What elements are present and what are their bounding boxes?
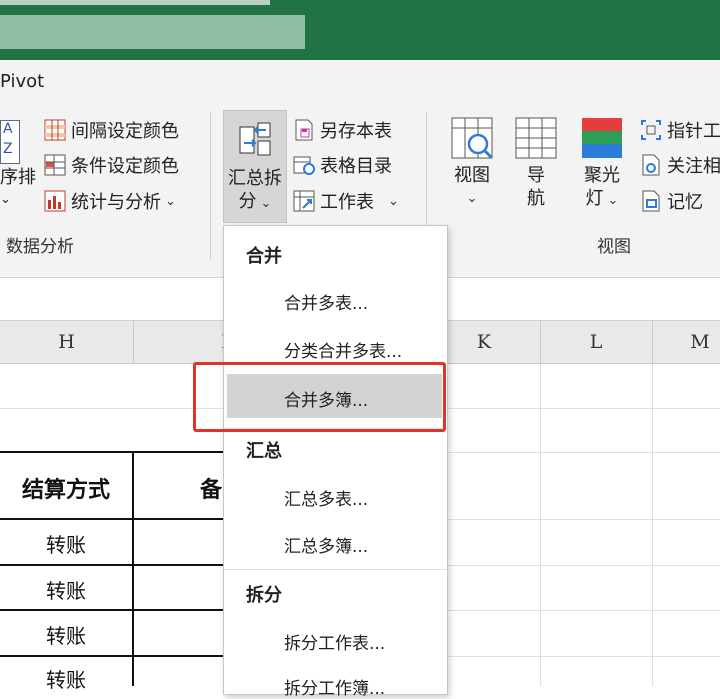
title-strip [0, 0, 270, 5]
title-bar [0, 0, 720, 60]
menu-section-split: 拆分 [246, 585, 282, 606]
merge-summary-split-button[interactable]: 汇总拆 分 ⌄ [223, 110, 287, 223]
view-icon [450, 116, 494, 160]
table-cell[interactable]: 转账 [0, 620, 132, 649]
navigation-button[interactable]: 导 航 [513, 116, 559, 216]
memory-button[interactable]: 记忆 [640, 188, 703, 214]
chevron-down-icon: ⌄ [165, 193, 176, 209]
group-label-view: 视图 [597, 237, 631, 257]
sort-button[interactable]: A Z [0, 120, 20, 164]
memory-icon [640, 190, 662, 212]
header-remarks[interactable]: 备 [196, 472, 226, 504]
directory-icon [293, 154, 315, 176]
column-header-h[interactable]: H [0, 321, 133, 364]
spotlight-button[interactable]: 聚光 灯 ⌄ [577, 116, 627, 216]
menu-section-merge: 合并 [246, 246, 282, 267]
menu-divider [224, 569, 447, 570]
col-gridline [540, 364, 541, 686]
tab-pivot[interactable]: Pivot [0, 71, 44, 92]
highlight-annotation-box [193, 362, 446, 432]
worksheet-icon [293, 190, 315, 212]
worksheet-button[interactable]: 工作表 ⌄ [293, 188, 399, 214]
interval-color-button[interactable]: 间隔设定颜色 [44, 117, 179, 143]
pointer-tool-button[interactable]: 指针工 [640, 117, 720, 143]
col-gridline [652, 364, 653, 686]
save-sheet-button[interactable]: 另存本表 [293, 117, 392, 143]
merge-summary-split-menu: 合并 合并多表... 分类合并多表... 合并多簿... 汇总 汇总多表... … [223, 225, 448, 699]
column-divider [652, 321, 653, 364]
pointer-icon [640, 119, 662, 141]
table-border [0, 564, 228, 566]
table-cell[interactable]: 转账 [0, 529, 132, 558]
group-separator [210, 112, 211, 260]
menu-item-summary-workbooks[interactable]: 汇总多簿... [284, 532, 368, 557]
focus-related-button[interactable]: 关注相 [640, 152, 720, 178]
table-border [0, 609, 228, 611]
focus-icon [640, 154, 662, 176]
table-border [0, 451, 228, 453]
chevron-down-icon: ⌄ [388, 193, 399, 209]
menu-item-merge-sheets[interactable]: 合并多表... [284, 289, 368, 314]
table-cell[interactable]: 转账 [0, 664, 132, 693]
table-border [132, 451, 134, 686]
condition-color-button[interactable]: 条件设定颜色 [44, 152, 179, 178]
group-label-data-analysis: 数据分析 [6, 237, 74, 257]
search-box[interactable] [0, 15, 305, 49]
navigation-icon [514, 116, 558, 160]
column-header-m[interactable]: M [680, 321, 720, 364]
stats-analysis-button[interactable]: 统计与分析 ⌄ [44, 188, 176, 214]
menu-item-split-workbook[interactable]: 拆分工作簿... [284, 674, 385, 699]
table-color-icon [44, 119, 66, 141]
table-directory-button[interactable]: 表格目录 [293, 152, 392, 178]
header-settlement-method[interactable]: 结算方式 [0, 472, 132, 504]
table-border [0, 655, 228, 657]
column-divider [133, 321, 134, 364]
column-header-l[interactable]: L [540, 321, 652, 364]
chevron-down-icon: ⌄ [607, 193, 619, 208]
menu-item-split-worksheet[interactable]: 拆分工作表... [284, 629, 385, 654]
menu-item-summary-sheets[interactable]: 汇总多表... [284, 485, 368, 510]
stats-icon [44, 190, 66, 212]
table-cell[interactable]: 转账 [0, 575, 132, 604]
menu-section-summary: 汇总 [246, 441, 282, 462]
sort-label: 序排 [0, 167, 36, 188]
chevron-down-icon: ⌄ [0, 192, 11, 207]
chevron-down-icon: ⌄ [260, 196, 272, 211]
chevron-down-icon: ⌄ [466, 191, 478, 206]
save-page-icon [293, 119, 315, 141]
sort-icon: A Z [0, 120, 20, 164]
merge-split-icon [236, 121, 274, 159]
table-border [0, 518, 228, 520]
table-condition-icon [44, 154, 66, 176]
spotlight-icon [580, 116, 624, 160]
menu-item-category-merge-sheets[interactable]: 分类合并多表... [284, 337, 402, 362]
view-button[interactable]: 视图 ⌄ [447, 116, 497, 216]
